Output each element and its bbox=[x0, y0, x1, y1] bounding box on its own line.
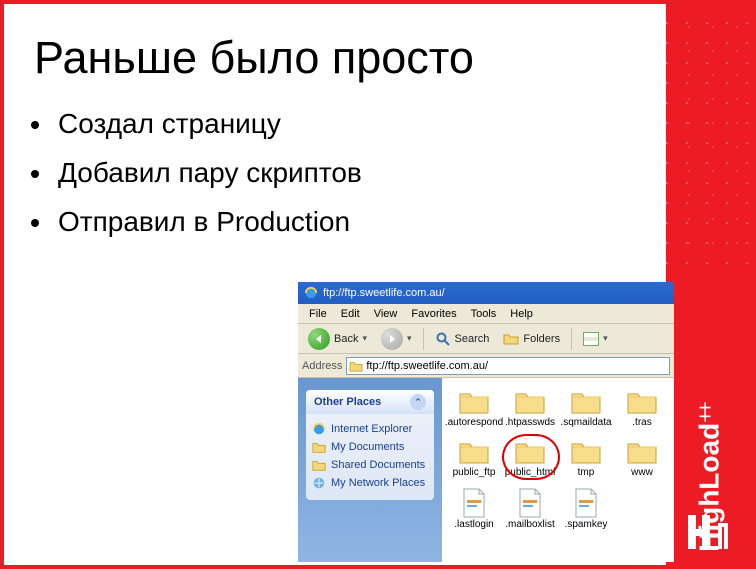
side-panel: Other Places ⌃ Internet Explorer My Docu… bbox=[298, 378, 442, 562]
folder-icon bbox=[458, 438, 490, 466]
bullet-item: Отправил в Production bbox=[54, 200, 646, 245]
bullet-item: Создал страницу bbox=[54, 102, 646, 147]
address-label: Address bbox=[302, 360, 342, 372]
titlebar: ftp://ftp.sweetlife.com.au/ bbox=[298, 282, 674, 304]
sidebar-item-label: Internet Explorer bbox=[331, 423, 412, 435]
chevron-down-icon: ▾ bbox=[362, 333, 367, 344]
folder-item[interactable]: .tras bbox=[614, 388, 670, 428]
menu-favorites[interactable]: Favorites bbox=[404, 307, 463, 321]
file-label: www bbox=[631, 468, 653, 478]
forward-button[interactable]: ▾ bbox=[375, 326, 418, 352]
menu-edit[interactable]: Edit bbox=[334, 307, 367, 321]
bullet-item: Добавил пару скриптов bbox=[54, 151, 646, 196]
sidebar-item-my-network-places[interactable]: My Network Places bbox=[312, 474, 428, 492]
task-heading-label: Other Places bbox=[314, 396, 381, 408]
chevron-down-icon: ▾ bbox=[603, 333, 608, 344]
sidebar-item-my-documents[interactable]: My Documents bbox=[312, 438, 428, 456]
file-label: .autorespond bbox=[445, 418, 503, 428]
folder-item[interactable]: .autorespond bbox=[446, 388, 502, 428]
file-label: .lastlogin bbox=[454, 520, 493, 530]
file-item[interactable]: .mailboxlist bbox=[502, 488, 558, 530]
task-body: Internet Explorer My Documents Shared Do… bbox=[306, 414, 434, 500]
sidebar-item-label: Shared Documents bbox=[331, 459, 425, 471]
file-item[interactable]: .spamkey bbox=[558, 488, 614, 530]
folder-icon bbox=[514, 388, 546, 416]
search-icon bbox=[435, 331, 451, 347]
folder-item[interactable]: public_ftp bbox=[446, 438, 502, 478]
bullet-list: Создал страницу Добавил пару скриптов От… bbox=[34, 102, 646, 244]
sidebar-item-label: My Network Places bbox=[331, 477, 425, 489]
folder-icon bbox=[626, 388, 658, 416]
folder-icon bbox=[458, 388, 490, 416]
file-icon bbox=[461, 488, 487, 518]
ie-icon bbox=[312, 422, 326, 436]
slide-content: Раньше было просто Создал страницу Добав… bbox=[4, 4, 666, 565]
window-title: ftp://ftp.sweetlife.com.au/ bbox=[323, 287, 445, 299]
file-label: .tras bbox=[632, 418, 651, 428]
brand-pattern bbox=[666, 4, 752, 264]
file-item[interactable]: .lastlogin bbox=[446, 488, 502, 530]
collapse-icon: ⌃ bbox=[410, 394, 426, 410]
file-label: tmp bbox=[578, 468, 595, 478]
file-label: .mailboxlist bbox=[505, 520, 554, 530]
toolbar: Back ▾ ▾ Search Folders bbox=[298, 324, 674, 354]
views-icon bbox=[583, 332, 599, 346]
file-label: .sqmaildata bbox=[560, 418, 611, 428]
address-value: ftp://ftp.sweetlife.com.au/ bbox=[366, 360, 488, 372]
back-button[interactable]: Back ▾ bbox=[302, 326, 373, 352]
file-icon bbox=[573, 488, 599, 518]
window-body: Other Places ⌃ Internet Explorer My Docu… bbox=[298, 378, 674, 562]
slide-title: Раньше было просто bbox=[34, 32, 646, 84]
sidebar-item-internet-explorer[interactable]: Internet Explorer bbox=[312, 420, 428, 438]
brand-plus: ++ bbox=[693, 405, 718, 423]
folder-item[interactable]: www bbox=[614, 438, 670, 478]
file-grid: .autorespond .htpasswds .sqmaildata bbox=[442, 378, 674, 562]
file-label: public_html bbox=[505, 468, 556, 478]
forward-icon bbox=[381, 328, 403, 350]
menu-tools[interactable]: Tools bbox=[464, 307, 504, 321]
folders-button[interactable]: Folders bbox=[497, 329, 566, 349]
folder-item[interactable]: .sqmaildata bbox=[558, 388, 614, 428]
folder-item[interactable]: tmp bbox=[558, 438, 614, 478]
back-label: Back bbox=[334, 333, 358, 345]
search-label: Search bbox=[455, 333, 490, 345]
back-icon bbox=[308, 328, 330, 350]
folder-icon bbox=[570, 388, 602, 416]
task-box: Other Places ⌃ Internet Explorer My Docu… bbox=[306, 390, 434, 500]
folder-icon bbox=[626, 438, 658, 466]
folders-icon bbox=[503, 331, 519, 347]
toolbar-separator bbox=[423, 328, 424, 350]
folder-icon bbox=[312, 440, 326, 454]
sidebar-item-shared-documents[interactable]: Shared Documents bbox=[312, 456, 428, 474]
ie-icon bbox=[304, 286, 318, 300]
folder-item-public-html[interactable]: public_html bbox=[502, 438, 558, 478]
addressbar: Address ftp://ftp.sweetlife.com.au/ bbox=[298, 354, 674, 378]
toolbar-separator bbox=[571, 328, 572, 350]
chevron-down-icon: ▾ bbox=[407, 333, 412, 344]
menu-help[interactable]: Help bbox=[503, 307, 540, 321]
folders-label: Folders bbox=[523, 333, 560, 345]
folder-icon bbox=[312, 458, 326, 472]
brand-logo-icon bbox=[682, 505, 736, 559]
task-heading[interactable]: Other Places ⌃ bbox=[306, 390, 434, 414]
brand-sidebar: HighLoad++ bbox=[666, 4, 752, 565]
file-icon bbox=[517, 488, 543, 518]
file-label: public_ftp bbox=[453, 468, 496, 478]
file-label: .htpasswds bbox=[505, 418, 555, 428]
menu-view[interactable]: View bbox=[367, 307, 405, 321]
folder-icon bbox=[349, 360, 363, 372]
sidebar-item-label: My Documents bbox=[331, 441, 404, 453]
file-label: .spamkey bbox=[565, 520, 608, 530]
folder-item[interactable]: .htpasswds bbox=[502, 388, 558, 428]
folder-icon bbox=[570, 438, 602, 466]
search-button[interactable]: Search bbox=[429, 329, 496, 349]
folder-icon bbox=[514, 438, 546, 466]
address-input[interactable]: ftp://ftp.sweetlife.com.au/ bbox=[346, 357, 670, 375]
menubar: File Edit View Favorites Tools Help bbox=[298, 304, 674, 324]
menu-file[interactable]: File bbox=[302, 307, 334, 321]
network-icon bbox=[312, 476, 326, 490]
ftp-window: ftp://ftp.sweetlife.com.au/ File Edit Vi… bbox=[298, 282, 674, 562]
views-button[interactable]: ▾ bbox=[577, 330, 614, 348]
